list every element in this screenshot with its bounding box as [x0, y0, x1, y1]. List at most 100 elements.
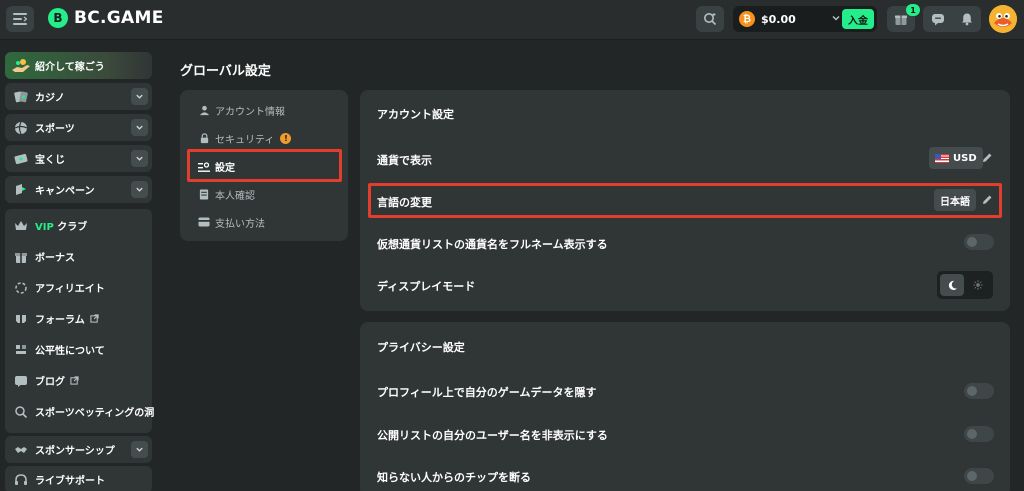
notification-group [923, 6, 981, 32]
sidebar-item-blog[interactable]: ブログ [5, 367, 152, 394]
chevron-down-icon[interactable] [131, 119, 148, 136]
menu-toggle-button[interactable] [6, 6, 34, 32]
sidebar-item-forum[interactable]: フォーラム [5, 305, 152, 332]
moon-icon [948, 280, 957, 290]
crown-icon [14, 219, 28, 233]
casino-icon [14, 90, 28, 104]
sidebar-item-label: 公平性について [35, 346, 105, 357]
bell-icon[interactable] [960, 12, 974, 26]
nav-item-label: 支払い方法 [215, 218, 265, 230]
chevron-down-icon[interactable] [831, 13, 841, 23]
chevron-down-icon[interactable] [131, 181, 148, 198]
sidebar-item-label: キャンペーン [35, 186, 95, 197]
warning-icon: ! [280, 132, 292, 144]
gift-icon [895, 15, 907, 25]
us-flag-icon [935, 153, 949, 163]
user-avatar[interactable] [989, 5, 1017, 33]
sidebar-item-sponsorship[interactable]: スポンサーシップ [5, 436, 152, 463]
sidebar-item-label: スポーツ [35, 124, 75, 135]
fairness-icon [14, 343, 28, 357]
sidebar-item-label: 宝くじ [35, 155, 65, 166]
settings-nav: アカウント情報 セキュリティ ! 設定 本人確認 支払い方法 [180, 90, 348, 241]
currency-value: USD [953, 152, 977, 164]
blog-icon [14, 374, 28, 388]
sun-icon [973, 280, 983, 290]
external-link-icon [90, 314, 99, 323]
hide-game-data-label: プロフィール上で自分のゲームデータを隠す [377, 386, 597, 399]
nav-item-security[interactable]: セキュリティ ! [188, 125, 338, 151]
sidebar-item-casino[interactable]: カジノ [5, 83, 152, 110]
sidebar-item-bonus[interactable]: ボーナス [5, 243, 152, 270]
edit-icon[interactable] [981, 194, 993, 206]
chevron-down-icon[interactable] [131, 150, 148, 167]
lottery-icon [14, 152, 28, 166]
chevron-down-icon[interactable] [131, 88, 148, 105]
refuse-tips-toggle[interactable] [964, 468, 994, 484]
language-label: 言語の変更 [377, 196, 432, 209]
vip-prefix: VIP [35, 222, 54, 233]
logo-text: BC.GAME [74, 8, 164, 28]
site-logo[interactable]: B BC.GAME [48, 8, 164, 28]
top-bar: B BC.GAME ₿ $0.00 入金 1 [0, 0, 1024, 40]
sidebar-item-label: ブログ [35, 377, 65, 388]
edit-icon[interactable] [981, 152, 993, 164]
sidebar-item-label: フォーラム [35, 315, 85, 326]
vip-label: クラブ [57, 222, 88, 233]
sidebar-item-sports-betting-guide[interactable]: スポーツベッティングの洞 [5, 398, 155, 425]
menu-icon [13, 13, 27, 25]
avatar-icon [989, 5, 1017, 33]
privacy-settings-card: プライバシー設定 プロフィール上で自分のゲームデータを隠す 公開リストの自分のユ… [360, 322, 1010, 491]
sidebar-item-campaign[interactable]: キャンペーン [5, 176, 152, 203]
display-mode-switch[interactable] [937, 271, 993, 299]
deposit-button[interactable]: 入金 [842, 9, 874, 29]
account-settings-card: アカウント設定 通貨で表示 USD 言語の変更 日本語 仮想通貨リストの通貨名を… [360, 90, 1010, 311]
nav-item-label: アカウント情報 [215, 106, 285, 118]
light-mode-button[interactable] [966, 274, 990, 296]
invite-hand-icon [12, 58, 30, 72]
campaign-icon [14, 183, 28, 197]
external-link-icon [70, 376, 79, 385]
headset-icon [14, 473, 28, 487]
privacy-settings-title: プライバシー設定 [377, 341, 465, 354]
refuse-tips-label: 知らない人からのチップを断る [377, 471, 531, 484]
user-icon [198, 104, 210, 116]
sidebar-item-label: ライブサポート [35, 476, 105, 487]
invite-banner[interactable]: 紹介して稼ごう [5, 52, 152, 79]
nav-item-identity[interactable]: 本人確認 [188, 181, 338, 207]
bitcoin-icon: ₿ [739, 11, 755, 27]
fullname-toggle[interactable] [964, 234, 994, 250]
sports-icon [14, 121, 28, 135]
invite-label: 紹介して稼ごう [35, 62, 105, 73]
wallet-selector[interactable]: ₿ $0.00 入金 [733, 6, 877, 32]
dark-mode-button[interactable] [940, 274, 964, 296]
search-icon [704, 13, 717, 26]
sidebar-item-affiliate[interactable]: アフィリエイト [5, 274, 152, 301]
nav-item-payment-methods[interactable]: 支払い方法 [188, 209, 338, 235]
sidebar-item-label: スポンサーシップ [35, 446, 115, 457]
sidebar-item-live-support[interactable]: ライブサポート [5, 466, 152, 491]
wallet-balance: $0.00 [761, 12, 796, 26]
nav-item-account-info[interactable]: アカウント情報 [188, 97, 338, 123]
hide-game-data-toggle[interactable] [964, 383, 994, 399]
nav-item-label: 設定 [215, 162, 235, 174]
hide-username-label: 公開リストの自分のユーザー名を非表示にする [377, 429, 608, 442]
chat-icon[interactable] [931, 12, 945, 26]
chevron-down-icon[interactable] [131, 441, 148, 458]
currency-chip[interactable]: USD [929, 147, 983, 169]
sidebar-item-fairness[interactable]: 公平性について [5, 336, 152, 363]
forum-icon [14, 312, 28, 326]
nav-item-settings[interactable]: 設定 [188, 153, 338, 179]
card-icon [198, 216, 210, 228]
gift-count-badge: 1 [906, 4, 920, 16]
hide-username-toggle[interactable] [964, 426, 994, 442]
sidebar-item-label: VIP クラブ [35, 218, 87, 233]
lock-icon [198, 132, 210, 144]
affiliate-icon [14, 281, 28, 295]
sidebar-item-label: ボーナス [35, 253, 75, 264]
sidebar-item-lottery[interactable]: 宝くじ [5, 145, 152, 172]
search-button[interactable] [696, 6, 724, 32]
sidebar-item-label: スポーツベッティングの洞 [35, 408, 155, 419]
sidebar-item-vip-club[interactable]: VIP クラブ [5, 212, 152, 239]
sidebar-item-sports[interactable]: スポーツ [5, 114, 152, 141]
language-chip[interactable]: 日本語 [934, 189, 976, 211]
